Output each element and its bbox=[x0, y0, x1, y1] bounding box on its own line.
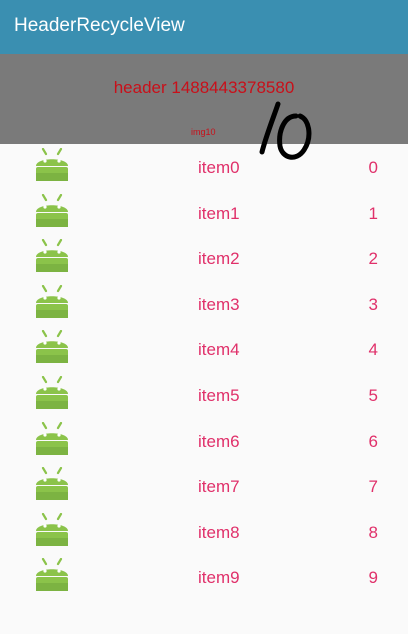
item-value: 8 bbox=[368, 522, 378, 542]
list-item[interactable]: item6 6 bbox=[0, 418, 408, 464]
list-item[interactable]: item7 7 bbox=[0, 463, 408, 509]
item-value: 3 bbox=[368, 294, 378, 314]
item-value: 0 bbox=[368, 158, 378, 177]
item-label: item7 bbox=[198, 477, 240, 497]
item-value: 9 bbox=[368, 568, 378, 588]
item-label: item3 bbox=[198, 294, 240, 314]
android-icon bbox=[34, 239, 70, 275]
item-label: item5 bbox=[198, 385, 240, 405]
android-icon bbox=[34, 421, 70, 458]
header-title: header 1488443378580 bbox=[113, 78, 295, 97]
android-icon bbox=[34, 512, 70, 549]
item-list[interactable]: item0 0 item1 1 item2 2 item3 3 item4 4 item5 5 item… bbox=[0, 144, 408, 600]
list-item[interactable]: item4 4 bbox=[0, 326, 408, 372]
list-item[interactable]: item9 9 bbox=[0, 554, 408, 600]
item-label: item0 bbox=[198, 158, 240, 177]
android-icon bbox=[34, 284, 70, 321]
item-value: 4 bbox=[368, 340, 378, 360]
header-image-label: img10 bbox=[191, 127, 216, 137]
list-item[interactable]: item0 0 bbox=[0, 144, 408, 190]
item-value: 6 bbox=[368, 431, 378, 451]
list-item[interactable]: item8 8 bbox=[0, 509, 408, 555]
item-label: item6 bbox=[198, 431, 240, 451]
list-item[interactable]: item2 2 bbox=[0, 235, 408, 281]
item-value: 5 bbox=[368, 385, 378, 405]
app-bar: HeaderRecycleView bbox=[0, 0, 408, 54]
android-icon bbox=[34, 558, 70, 594]
list-item[interactable]: item3 3 bbox=[0, 281, 408, 327]
item-value: 2 bbox=[368, 249, 378, 269]
list-item[interactable]: item1 1 bbox=[0, 190, 408, 236]
item-label: item9 bbox=[198, 568, 240, 588]
item-label: item8 bbox=[198, 522, 240, 542]
android-icon bbox=[34, 375, 70, 412]
item-value: 1 bbox=[368, 203, 378, 223]
item-label: item4 bbox=[198, 340, 240, 360]
recycler-header: header 1488443378580 img10 bbox=[0, 54, 408, 144]
item-label: item1 bbox=[198, 203, 240, 223]
android-icon bbox=[34, 147, 70, 184]
app-title: HeaderRecycleView bbox=[14, 15, 185, 36]
list-item[interactable]: item5 5 bbox=[0, 372, 408, 418]
android-icon bbox=[34, 193, 70, 230]
item-label: item2 bbox=[198, 249, 240, 269]
item-value: 7 bbox=[368, 477, 378, 497]
android-icon bbox=[34, 330, 70, 366]
android-icon bbox=[34, 467, 70, 503]
